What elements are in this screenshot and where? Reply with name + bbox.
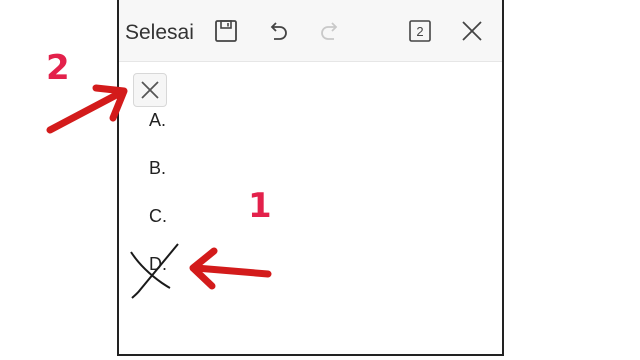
option-c: C. <box>149 206 167 226</box>
editor-panel: Selesai 2 A. B. C. D. <box>117 0 504 356</box>
undo-icon[interactable] <box>265 18 291 44</box>
close-icon[interactable] <box>459 18 485 44</box>
page-count-label: 2 <box>416 24 423 39</box>
step-number-1: 1 <box>248 186 272 226</box>
option-b: B. <box>149 158 167 178</box>
page-count-icon[interactable]: 2 <box>407 18 433 44</box>
close-icon <box>141 81 159 99</box>
save-icon[interactable] <box>213 18 239 44</box>
delete-drawing-button[interactable] <box>133 73 167 107</box>
option-d: D. <box>149 254 167 274</box>
done-button[interactable]: Selesai <box>125 21 194 45</box>
redo-icon[interactable] <box>317 18 343 44</box>
red-arrow-to-close-button <box>46 84 128 134</box>
step-number-2: 2 <box>46 48 70 88</box>
option-a: A. <box>149 110 167 130</box>
toolbar: Selesai 2 <box>119 0 502 62</box>
